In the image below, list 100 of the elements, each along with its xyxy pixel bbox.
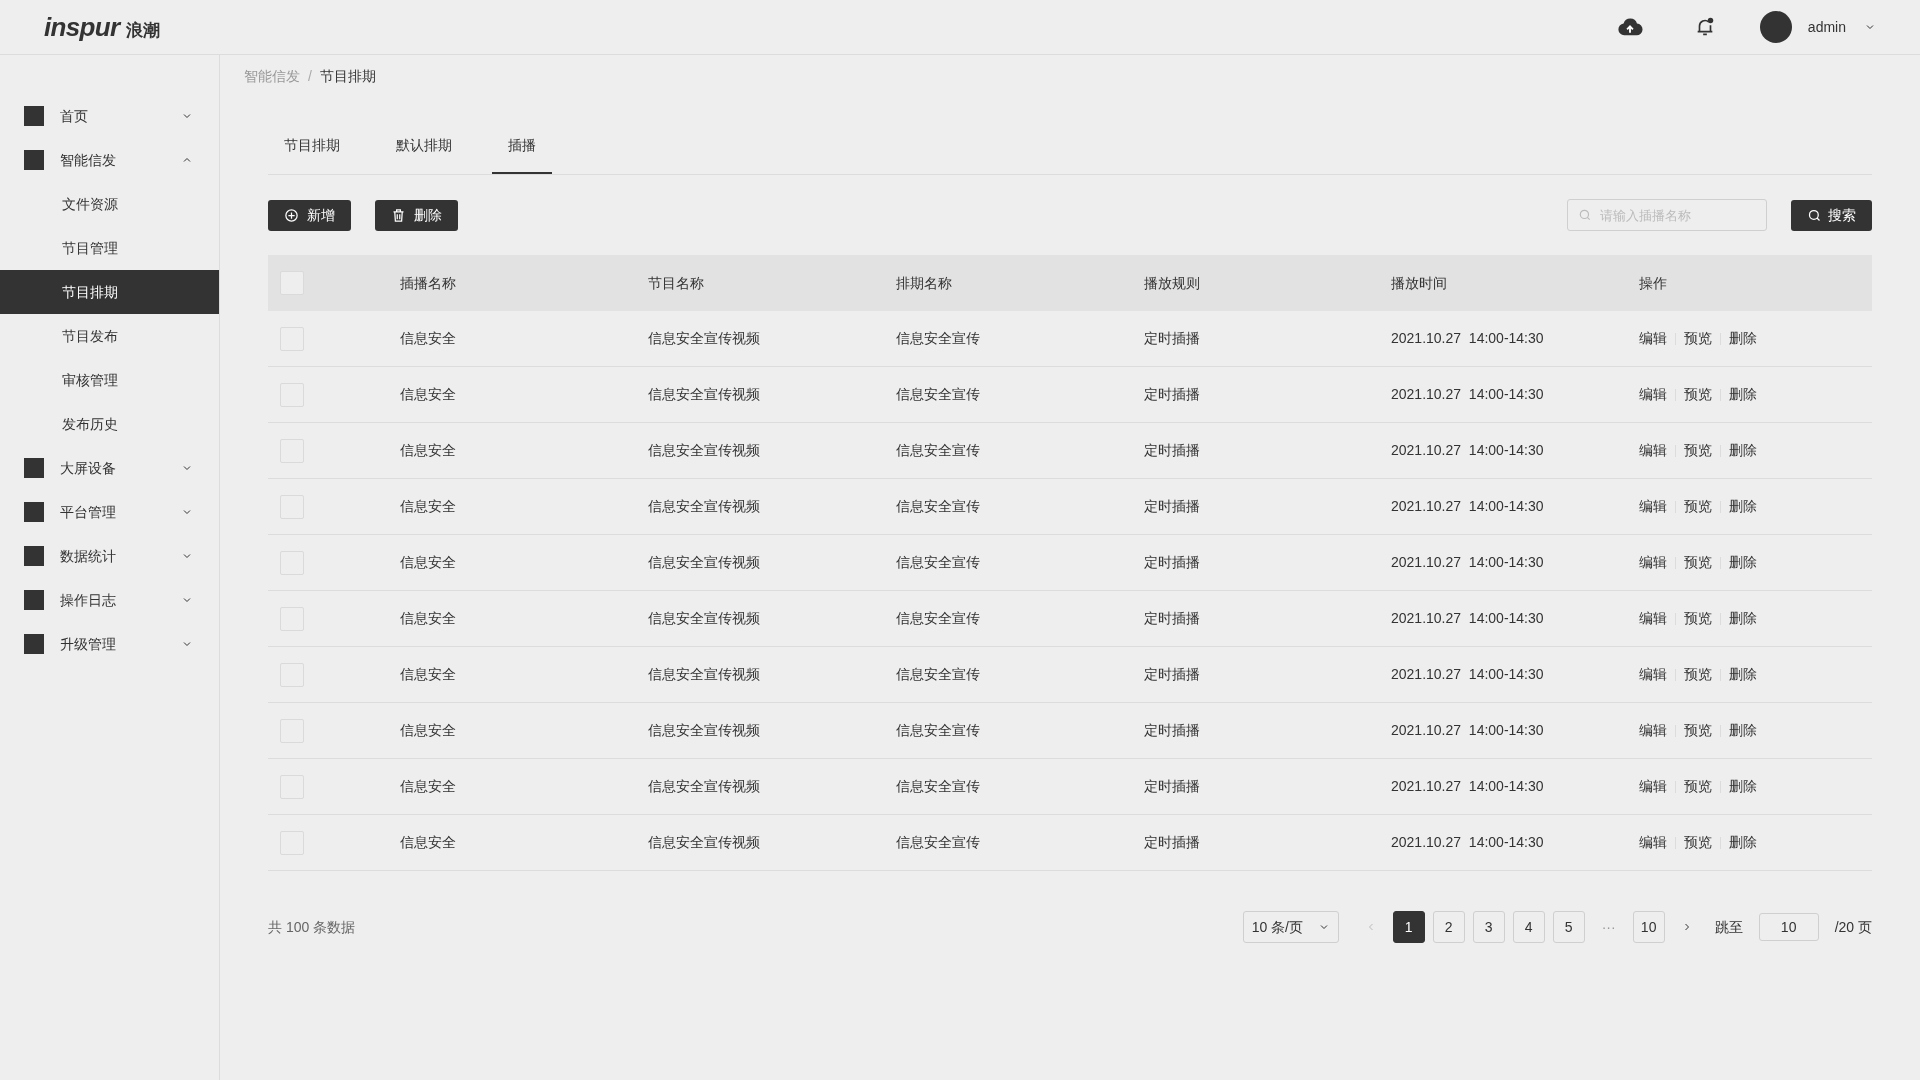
column-header: 插播名称 — [400, 273, 457, 293]
action-link[interactable]: 删除 — [1729, 776, 1757, 797]
table-cell-text: 信息安全 — [400, 777, 457, 796]
column-header: 操作 — [1639, 273, 1668, 293]
sidebar-item[interactable]: 审核管理 — [0, 358, 219, 402]
table-cell-text: 定时插播 — [1144, 329, 1201, 348]
column-header: 排期名称 — [896, 273, 953, 293]
page-size-select[interactable]: 10 条/页 — [1242, 911, 1339, 943]
table-cell-text: 信息安全宣传 — [896, 441, 981, 460]
menu-square-icon — [24, 502, 44, 522]
logo-wordmark: inspur — [44, 14, 120, 40]
table-cell-text: 信息安全宣传 — [896, 553, 981, 572]
action-link[interactable]: 删除 — [1729, 384, 1757, 405]
page-button[interactable]: 2 — [1432, 911, 1465, 943]
table-cell-text: 2021.10.27 14:00-14:30 — [1391, 777, 1545, 796]
plus-circle-icon — [284, 207, 299, 223]
action-link[interactable]: 编辑 — [1639, 720, 1667, 741]
action-link[interactable]: 预览 — [1684, 664, 1712, 685]
sidebar-item[interactable]: 节目管理 — [0, 226, 219, 270]
table-cell-text: 2021.10.27 14:00-14:30 — [1391, 441, 1545, 460]
action-link[interactable]: 删除 — [1729, 720, 1757, 741]
table-cell-text: 定时插播 — [1144, 497, 1201, 516]
action-link[interactable]: 删除 — [1729, 440, 1757, 461]
action-link[interactable]: 编辑 — [1639, 384, 1667, 405]
sidebar-group[interactable]: 大屏设备 — [0, 446, 219, 490]
sidebar-item[interactable]: 节目排期 — [0, 270, 219, 314]
delete-button[interactable]: 删除 — [375, 199, 458, 231]
table-cell-text: 信息安全宣传 — [896, 833, 981, 852]
sidebar-group[interactable]: 平台管理 — [0, 490, 219, 534]
table-cell-text: 信息安全 — [400, 721, 457, 740]
action-link[interactable]: 编辑 — [1639, 552, 1667, 573]
user-name[interactable]: admin — [1807, 16, 1846, 38]
table-cell-text: 定时插播 — [1144, 833, 1201, 852]
page-jump-field[interactable]: 10 — [1758, 913, 1819, 941]
action-link[interactable]: 预览 — [1684, 552, 1712, 573]
page-button[interactable]: 4 — [1512, 911, 1545, 943]
action-link[interactable]: 预览 — [1684, 776, 1712, 797]
add-button[interactable]: 新增 — [268, 199, 351, 231]
column-header: 播放时间 — [1391, 273, 1448, 293]
search-icon — [1807, 207, 1822, 223]
action-link[interactable]: 删除 — [1729, 328, 1757, 349]
page-ellipsis: ··· — [1600, 917, 1617, 937]
sidebar-group[interactable]: 首页 — [0, 94, 219, 138]
sidebar-item[interactable]: 节目发布 — [0, 314, 219, 358]
table-cell-text: 信息安全宣传视频 — [648, 553, 761, 572]
menu-square-icon — [24, 458, 44, 478]
avatar[interactable] — [1759, 11, 1792, 43]
action-link[interactable]: 编辑 — [1639, 776, 1667, 797]
table-cell-text: 定时插播 — [1144, 721, 1201, 740]
table-cell-text: 信息安全宣传视频 — [648, 721, 761, 740]
action-link[interactable]: 编辑 — [1639, 664, 1667, 685]
sidebar-group[interactable]: 数据统计 — [0, 534, 219, 578]
sidebar-group[interactable]: 升级管理 — [0, 622, 219, 666]
action-link[interactable]: 编辑 — [1639, 832, 1667, 853]
page-button[interactable]: 10 — [1632, 911, 1665, 943]
action-link[interactable]: 编辑 — [1639, 496, 1667, 517]
page-button[interactable]: 5 — [1552, 911, 1585, 943]
table-cell-text: 信息安全宣传视频 — [648, 441, 761, 460]
page-button[interactable]: 3 — [1472, 911, 1505, 943]
trash-icon — [391, 207, 406, 223]
action-link[interactable]: 预览 — [1684, 608, 1712, 629]
action-link[interactable]: 删除 — [1729, 608, 1757, 629]
action-link[interactable]: 预览 — [1684, 440, 1712, 461]
menu-square-icon — [24, 590, 44, 610]
table-cell-text: 信息安全 — [400, 609, 457, 628]
action-link[interactable]: 预览 — [1684, 328, 1712, 349]
page-button[interactable]: 1 — [1392, 911, 1425, 943]
search-button[interactable]: 搜索 — [1791, 199, 1872, 231]
logo-text: 浪潮 — [125, 22, 160, 39]
table-cell-text: 2021.10.27 14:00-14:30 — [1391, 329, 1545, 348]
table-cell-text: 信息安全宣传 — [896, 721, 981, 740]
action-link[interactable]: 预览 — [1684, 832, 1712, 853]
table-cell-text: 信息安全宣传 — [896, 665, 981, 684]
action-link[interactable]: 删除 — [1729, 832, 1757, 853]
table-cell-text: 信息安全宣传 — [896, 609, 981, 628]
jump-label: 跳至 — [1714, 917, 1743, 937]
tab[interactable]: 默认排期 — [380, 119, 468, 174]
action-link[interactable]: 编辑 — [1639, 328, 1667, 349]
table-cell-text: 定时插播 — [1144, 777, 1201, 796]
action-link[interactable]: 编辑 — [1639, 608, 1667, 629]
sidebar-item[interactable]: 发布历史 — [0, 402, 219, 446]
tab[interactable]: 节目排期 — [268, 119, 356, 174]
action-link[interactable]: 删除 — [1729, 496, 1757, 517]
menu-square-icon — [24, 634, 44, 654]
sidebar-group[interactable]: 智能信发 — [0, 138, 219, 182]
table-cell-text: 信息安全 — [400, 385, 457, 404]
table-cell-text: 信息安全 — [400, 497, 457, 516]
action-link[interactable]: 预览 — [1684, 384, 1712, 405]
action-link[interactable]: 预览 — [1684, 720, 1712, 741]
action-link[interactable]: 删除 — [1729, 664, 1757, 685]
menu-square-icon — [24, 546, 44, 566]
sidebar-item[interactable]: 文件资源 — [0, 182, 219, 226]
action-link[interactable]: 编辑 — [1639, 440, 1667, 461]
action-link[interactable]: 删除 — [1729, 552, 1757, 573]
table-cell-text: 2021.10.27 14:00-14:30 — [1391, 385, 1545, 404]
tab[interactable]: 插播 — [492, 119, 552, 174]
sidebar-group[interactable]: 操作日志 — [0, 578, 219, 622]
action-link[interactable]: 预览 — [1684, 496, 1712, 517]
page-count: /20 页 — [1834, 917, 1872, 937]
total-count: 共 100 条数据 — [268, 917, 356, 937]
